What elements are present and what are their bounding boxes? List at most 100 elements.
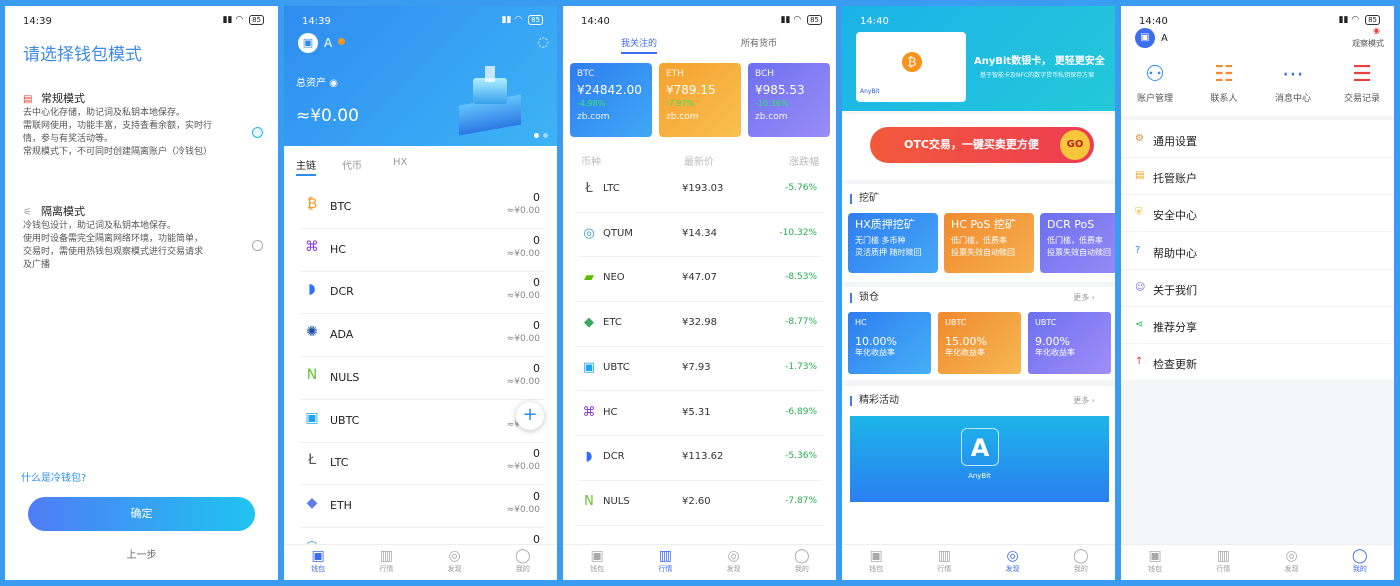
isolated-mode-option[interactable]: ⚟ 隔离模式 冷钱包设计，助记词及私钥本地保存。 使用时设备需完全隔离网络环境，功…: [23, 205, 253, 272]
eye-icon[interactable]: ◉: [329, 78, 338, 89]
otc-banner[interactable]: OTC交易，一键买卖更方便 GO: [870, 127, 1094, 163]
tab-mine[interactable]: ◯ 我的: [768, 545, 836, 580]
asset-row[interactable]: ⌘ HC 0 ≈¥0.00: [300, 229, 544, 272]
go-button[interactable]: GO: [1060, 130, 1090, 160]
tab-hx[interactable]: HX: [393, 157, 407, 168]
cold-wallet-link[interactable]: 什么是冷钱包?: [21, 469, 86, 484]
tab-discover[interactable]: ◎ 发现: [421, 545, 489, 580]
account-name[interactable]: A: [324, 36, 332, 50]
lock-card[interactable]: UBTC 15.00% 年化收益率: [938, 312, 1021, 374]
market-row[interactable]: ⌘ HC ¥5.31 -6.89%: [577, 392, 823, 437]
lock-card[interactable]: UBTC 9.00% 年化收益率: [1028, 312, 1111, 374]
coin-name: QTUM: [603, 227, 633, 239]
asset-row[interactable]: Ł LTC 0 ≈¥0.00: [300, 442, 544, 486]
quick-action[interactable]: ☷ 联系人: [1194, 61, 1254, 104]
menu-item[interactable]: ⚙ 通用设置: [1121, 121, 1394, 158]
add-asset-button[interactable]: +: [516, 402, 544, 430]
tab-favorites[interactable]: 我关注的: [621, 36, 658, 54]
tab-main-chain[interactable]: 主链: [296, 157, 316, 176]
lock-more-link[interactable]: 更多 ›: [1073, 292, 1095, 303]
status-time: 14:40: [581, 16, 610, 27]
price-card[interactable]: BCH ¥985.53 -10.36% zb.com: [748, 63, 830, 137]
quick-action[interactable]: ⋯ 消息中心: [1263, 61, 1323, 104]
header-change: 涨跌幅: [789, 157, 819, 168]
market-row[interactable]: N NULS ¥2.60 -7.87%: [577, 481, 823, 526]
lock-coin: UBTC: [945, 318, 967, 327]
wallet-avatar-icon[interactable]: ▣: [1135, 28, 1155, 48]
price-card[interactable]: ETH ¥789.15 -7.97% zb.com: [659, 63, 741, 137]
tab-wallet[interactable]: ▣ 钱包: [284, 545, 352, 580]
market-row[interactable]: ▣ UBTC ¥7.93 -1.73%: [577, 347, 823, 392]
menu-item[interactable]: ? 帮助中心: [1121, 233, 1394, 270]
asset-row[interactable]: ✺ ADA 0 ≈¥0.00: [300, 314, 544, 358]
tab-discover[interactable]: ◎ 发现: [1258, 545, 1326, 580]
quick-action-label: 消息中心: [1274, 94, 1311, 104]
bitcoin-icon: ₿: [902, 52, 922, 72]
asset-row[interactable]: ◗ DCR 0 ≈¥0.00: [300, 271, 544, 315]
about-icon: ☺: [1135, 281, 1146, 293]
mining-card[interactable]: DCR PoS 低门槛，低费率 投票失效自动赎回: [1040, 213, 1115, 273]
tab-tokens[interactable]: 代币: [342, 157, 362, 172]
mining-card[interactable]: HX质押挖矿 无门槛 多币种 灵活质押 随时赎回: [848, 213, 938, 273]
menu-item[interactable]: ☺ 关于我们: [1121, 270, 1394, 307]
asset-row[interactable]: ▣UBTC0≈¥0.00: [300, 400, 544, 443]
wallet-avatar-icon[interactable]: ▣: [298, 33, 318, 53]
events-more-link[interactable]: 更多 ›: [1073, 395, 1095, 406]
tab-market[interactable]: ▥ 行情: [1189, 545, 1257, 580]
battery-icon: 85: [807, 15, 822, 25]
standard-mode-radio[interactable]: [252, 127, 263, 138]
person-icon: ◯: [794, 548, 810, 564]
standard-mode-title: 常规模式: [41, 92, 85, 105]
tab-market[interactable]: ▥ 行情: [352, 545, 420, 580]
asset-cny-value: ≈¥0.00: [506, 462, 540, 473]
event-banner[interactable]: A AnyBit: [850, 416, 1109, 502]
tab-mine[interactable]: ◯ 我的: [489, 545, 557, 580]
back-link[interactable]: 上一步: [5, 546, 278, 561]
battery-icon: 85: [249, 15, 264, 25]
account-name[interactable]: A: [1161, 33, 1168, 44]
records-icon: ☰: [1352, 62, 1372, 87]
price-card[interactable]: BTC ¥24842.00 -4.98% zb.com: [570, 63, 652, 137]
isolated-mode-radio[interactable]: [252, 240, 263, 251]
banner-title: AnyBit数银卡， 更轻更安全: [974, 56, 1105, 67]
tab-discover[interactable]: ◎ 发现: [700, 545, 768, 580]
menu-item[interactable]: ▤ 托管账户: [1121, 158, 1394, 196]
market-row[interactable]: Ł LTC ¥193.03 -5.76%: [577, 168, 823, 213]
asset-row[interactable]: ◆ ETH 0 ≈¥0.00: [300, 485, 544, 528]
watch-mode-label[interactable]: 观察模式: [1352, 38, 1384, 49]
coin-price: ¥193.03: [682, 183, 724, 194]
anybit-card-banner[interactable]: 14:40 ₿ AnyBit AnyBit数银卡， 更轻更安全 基于智能卡及NF…: [842, 6, 1115, 111]
mining-card-desc: 无门槛 多币种: [855, 236, 906, 245]
tab-wallet[interactable]: ▣ 钱包: [1121, 545, 1189, 580]
tab-mine[interactable]: ◯ 我的: [1047, 545, 1115, 580]
quick-action-label: 账户管理: [1136, 94, 1173, 104]
confirm-button[interactable]: 确定: [28, 497, 255, 531]
quick-action[interactable]: ☰ 交易记录: [1332, 61, 1392, 104]
chat-icon[interactable]: ◌: [538, 35, 549, 50]
market-row[interactable]: ◆ ETC ¥32.98 -8.77%: [577, 302, 823, 347]
mining-title: 挖矿: [850, 194, 879, 204]
mining-card[interactable]: HC PoS 挖矿 低门槛，低费率 投票失效自动赎回: [944, 213, 1034, 273]
market-row[interactable]: ◗ DCR ¥113.62 -5.36%: [577, 436, 823, 481]
standard-mode-desc-1: 去中心化存储，助记词及私钥本地保存。: [23, 108, 186, 118]
asset-row[interactable]: N NULS 0 ≈¥0.00: [300, 357, 544, 400]
lock-card[interactable]: HC 10.00% 年化收益率: [848, 312, 931, 374]
quick-action[interactable]: ⚇ 账户管理: [1125, 61, 1185, 104]
bottom-tab-bar: ▣ 钱包 ▥ 行情 ◎ 发现 ◯ 我的: [563, 544, 836, 580]
tab-wallet[interactable]: ▣ 钱包: [842, 545, 910, 580]
tab-mine[interactable]: ◯ 我的: [1326, 545, 1394, 580]
menu-item[interactable]: ↑ 检查更新: [1121, 344, 1394, 382]
tab-wallet[interactable]: ▣ 钱包: [563, 545, 631, 580]
menu-item[interactable]: ⛨ 安全中心: [1121, 195, 1394, 233]
standard-mode-option[interactable]: ▤ 常规模式 去中心化存储，助记词及私钥本地保存。 需联网使用，功能丰富，支持查看…: [23, 92, 253, 159]
tab-all-coins[interactable]: 所有货币: [741, 36, 777, 49]
asset-name: ETH: [330, 498, 352, 512]
tab-market[interactable]: ▥ 行情: [910, 545, 978, 580]
tab-market[interactable]: ▥ 行情: [631, 545, 699, 580]
market-row[interactable]: ◎ QTUM ¥14.34 -10.32%: [577, 213, 823, 258]
market-row[interactable]: ▰ NEO ¥47.07 -8.53%: [577, 257, 823, 303]
wallet-mode-screen: 14:39 ▮▮ ◠ 85 请选择钱包模式 ▤ 常规模式 去中心化存储，助记词及私钥…: [5, 6, 278, 580]
tab-discover[interactable]: ◎ 发现: [979, 545, 1047, 580]
menu-item[interactable]: ⋖ 推荐分享: [1121, 307, 1394, 344]
asset-row[interactable]: ₿ BTC 0 ≈¥0.00: [300, 186, 544, 229]
